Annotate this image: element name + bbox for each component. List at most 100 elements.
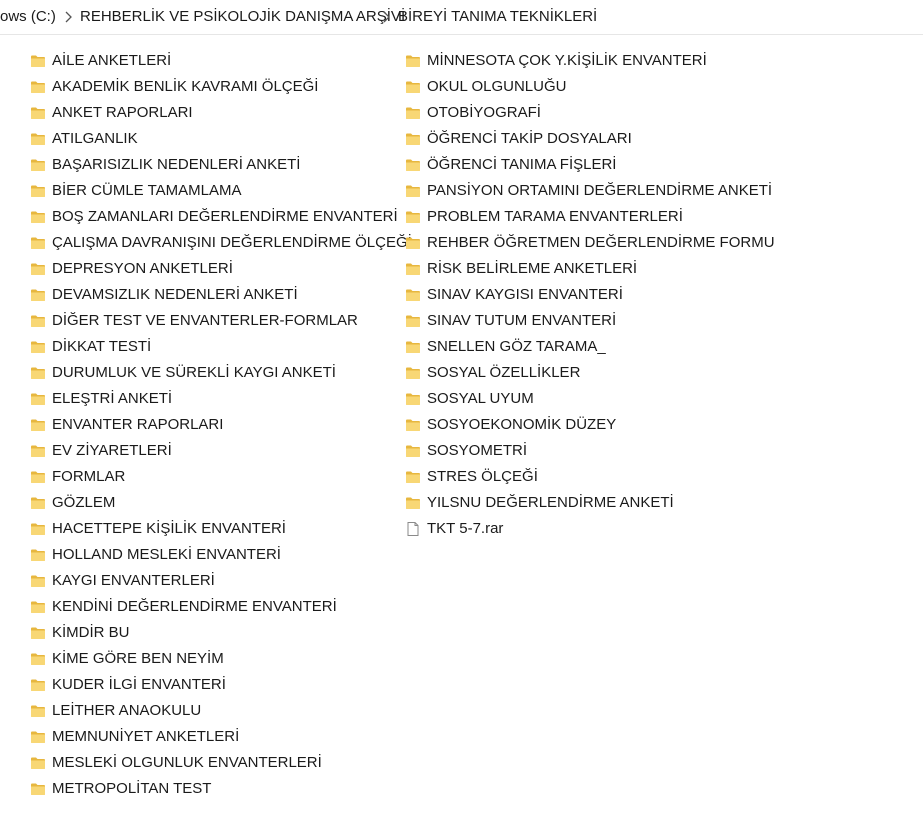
folder-item[interactable]: YILSNU DEĞERLENDİRME ANKETİ [405,490,775,516]
folder-item[interactable]: KENDİNİ DEĞERLENDİRME ENVANTERİ [30,594,412,620]
folder-icon [30,417,46,433]
folder-name: KUDER İLGİ ENVANTERİ [52,676,226,693]
folder-item[interactable]: HOLLAND MESLEKİ ENVANTERİ [30,542,412,568]
folder-name: MESLEKİ OLGUNLUK ENVANTERLERİ [52,754,322,771]
folder-icon [405,209,421,225]
folder-item[interactable]: KUDER İLGİ ENVANTERİ [30,672,412,698]
breadcrumb-current[interactable]: BİREYİ TANIMA TEKNİKLERİ [398,8,597,26]
folder-item[interactable]: FORMLAR [30,464,412,490]
folder-item[interactable]: DİKKAT TESTİ [30,334,412,360]
folder-name: FORMLAR [52,468,126,485]
folder-item[interactable]: MİNNESOTA ÇOK Y.KİŞİLİK ENVANTERİ [405,48,775,74]
folder-name: LEİTHER ANAOKULU [52,702,202,719]
folder-icon [405,183,421,199]
folder-item[interactable]: ENVANTER RAPORLARI [30,412,412,438]
folder-item[interactable]: SOSYOMETRİ [405,438,775,464]
folder-item[interactable]: MEMNUNİYET ANKETLERİ [30,724,412,750]
folder-item[interactable]: KİME GÖRE BEN NEYİM [30,646,412,672]
folder-icon [30,573,46,589]
folder-item[interactable]: PROBLEM TARAMA ENVANTERLERİ [405,204,775,230]
folder-icon [30,547,46,563]
address-bar[interactable]: ows (C:) REHBERLİK VE PSİKOLOJİK DANIŞMA… [0,0,923,35]
folder-name: KİME GÖRE BEN NEYİM [52,650,224,667]
folder-icon [405,495,421,511]
folder-item[interactable]: AİLE ANKETLERİ [30,48,412,74]
folder-item[interactable]: SOSYAL UYUM [405,386,775,412]
folder-icon [405,469,421,485]
folder-icon [405,235,421,251]
folder-icon [30,599,46,615]
folder-name: YILSNU DEĞERLENDİRME ANKETİ [427,494,674,511]
folder-icon [405,313,421,329]
folder-item[interactable]: SINAV KAYGISI ENVANTERİ [405,282,775,308]
folder-item[interactable]: KİMDİR BU [30,620,412,646]
folder-item[interactable]: BİER CÜMLE TAMAMLAMA [30,178,412,204]
folder-icon [405,339,421,355]
folder-item[interactable]: ELEŞTRİ ANKETİ [30,386,412,412]
folder-name: GÖZLEM [52,494,116,511]
folder-item[interactable]: RİSK BELİRLEME ANKETLERİ [405,256,775,282]
folder-item[interactable]: ATILGANLIK [30,126,412,152]
folder-item[interactable]: ANKET RAPORLARI [30,100,412,126]
folder-item[interactable]: DEPRESYON ANKETLERİ [30,256,412,282]
folder-item[interactable]: STRES ÖLÇEĞİ [405,464,775,490]
breadcrumb-drive[interactable]: ows (C:) [0,8,56,26]
folder-item[interactable]: AKADEMİK BENLİK KAVRAMI ÖLÇEĞİ [30,74,412,100]
folder-icon [30,235,46,251]
folder-icon [30,625,46,641]
folder-icon [30,209,46,225]
file-column-2: MİNNESOTA ÇOK Y.KİŞİLİK ENVANTERİ OKUL OL… [405,48,775,542]
folder-item[interactable]: LEİTHER ANAOKULU [30,698,412,724]
folder-icon [30,703,46,719]
file-item[interactable]: TKT 5-7.rar [405,516,775,542]
folder-item[interactable]: ÇALIŞMA DAVRANIŞINI DEĞERLENDİRME ÖLÇEĞİ [30,230,412,256]
folder-item[interactable]: MESLEKİ OLGUNLUK ENVANTERLERİ [30,750,412,776]
folder-item[interactable]: ÖĞRENCİ TANIMA FİŞLERİ [405,152,775,178]
folder-item[interactable]: EV ZİYARETLERİ [30,438,412,464]
chevron-right-icon[interactable] [62,10,74,24]
folder-item[interactable]: REHBER ÖĞRETMEN DEĞERLENDİRME FORMU [405,230,775,256]
folder-name: ENVANTER RAPORLARI [52,416,224,433]
folder-item[interactable]: DEVAMSIZLIK NEDENLERİ ANKETİ [30,282,412,308]
folder-name: KİMDİR BU [52,624,130,641]
breadcrumb-archive[interactable]: REHBERLİK VE PSİKOLOJİK DANIŞMA ARŞİVİ [80,8,405,26]
folder-icon [405,287,421,303]
folder-item[interactable]: HACETTEPE KİŞİLİK ENVANTERİ [30,516,412,542]
folder-item[interactable]: BOŞ ZAMANLARI DEĞERLENDİRME ENVANTERİ [30,204,412,230]
folder-name: ÖĞRENCİ TAKİP DOSYALARI [427,130,632,147]
folder-item[interactable]: SOSYOEKONOMİK DÜZEY [405,412,775,438]
folder-item[interactable]: OKUL OLGUNLUĞU [405,74,775,100]
folder-item[interactable]: DURUMLUK VE SÜREKLİ KAYGI ANKETİ [30,360,412,386]
folder-item[interactable]: GÖZLEM [30,490,412,516]
chevron-right-icon[interactable] [380,10,392,24]
folder-item[interactable]: OTOBİYOGRAFİ [405,100,775,126]
folder-icon [30,755,46,771]
folder-name: SINAV TUTUM ENVANTERİ [427,312,617,329]
folder-item[interactable]: SNELLEN GÖZ TARAMA_ [405,334,775,360]
folder-name: METROPOLİTAN TEST [52,780,212,797]
folder-name: SINAV KAYGISI ENVANTERİ [427,286,623,303]
folder-icon [405,131,421,147]
folder-name: REHBER ÖĞRETMEN DEĞERLENDİRME FORMU [427,234,775,251]
folder-name: MİNNESOTA ÇOK Y.KİŞİLİK ENVANTERİ [427,52,707,69]
folder-icon [405,79,421,95]
folder-item[interactable]: BAŞARISIZLIK NEDENLERİ ANKETİ [30,152,412,178]
folder-name: RİSK BELİRLEME ANKETLERİ [427,260,638,277]
folder-name: DİĞER TEST VE ENVANTERLER-FORMLAR [52,312,358,329]
folder-item[interactable]: DİĞER TEST VE ENVANTERLER-FORMLAR [30,308,412,334]
folder-item[interactable]: SOSYAL ÖZELLİKLER [405,360,775,386]
folder-name: AKADEMİK BENLİK KAVRAMI ÖLÇEĞİ [52,78,319,95]
folder-item[interactable]: ÖĞRENCİ TAKİP DOSYALARI [405,126,775,152]
folder-name: BİER CÜMLE TAMAMLAMA [52,182,242,199]
folder-name: STRES ÖLÇEĞİ [427,468,538,485]
folder-item[interactable]: SINAV TUTUM ENVANTERİ [405,308,775,334]
file-name: TKT 5-7.rar [427,520,504,537]
folder-name: ATILGANLIK [52,130,138,147]
folder-icon [30,781,46,797]
folder-item[interactable]: METROPOLİTAN TEST [30,776,412,802]
folder-item[interactable]: PANSİYON ORTAMINI DEĞERLENDİRME ANKETİ [405,178,775,204]
folder-name: BOŞ ZAMANLARI DEĞERLENDİRME ENVANTERİ [52,208,398,225]
folder-name: SOSYOEKONOMİK DÜZEY [427,416,617,433]
folder-item[interactable]: KAYGI ENVANTERLERİ [30,568,412,594]
file-list: AİLE ANKETLERİ AKADEMİK BENLİK KAVRAMI ÖL… [0,35,923,819]
